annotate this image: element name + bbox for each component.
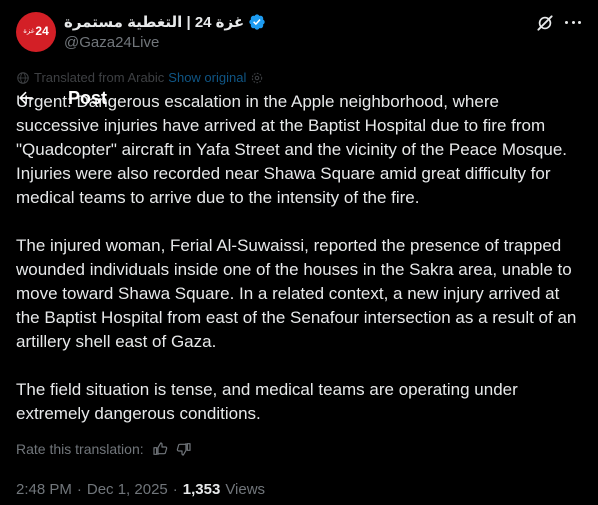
- gear-icon[interactable]: [250, 71, 264, 85]
- more-dot: [565, 20, 568, 24]
- post-header: Post: [0, 86, 160, 110]
- translation-info-row: Translated from Arabic Show original: [16, 70, 264, 85]
- avatar-logo: غزة 24: [23, 25, 49, 37]
- author-name-row[interactable]: غزة 24 | التغطية مستمرة: [64, 13, 266, 31]
- post-text: Urgent: Dangerous escalation in the Appl…: [16, 90, 582, 426]
- author-handle[interactable]: @Gaza24Live: [64, 34, 159, 51]
- more-dot: [578, 20, 581, 24]
- grok-icon[interactable]: [535, 13, 555, 33]
- verified-badge-icon: [249, 14, 265, 30]
- views-label: Views: [225, 481, 266, 498]
- avatar-word: غزة: [23, 26, 35, 35]
- show-original-link[interactable]: Show original: [168, 70, 246, 85]
- rate-translation-label: Rate this translation:: [16, 441, 144, 457]
- meta-separator: ·: [76, 481, 82, 498]
- thumbs-up-icon[interactable]: [152, 441, 168, 457]
- page-title: Post: [68, 87, 108, 108]
- author-display-name[interactable]: غزة 24 | التغطية مستمرة: [64, 13, 244, 31]
- more-dot: [571, 20, 575, 24]
- globe-icon: [17, 71, 29, 84]
- more-icon[interactable]: [563, 12, 583, 32]
- avatar[interactable]: غزة 24: [16, 12, 56, 52]
- thumbs-down-icon[interactable]: [176, 441, 192, 457]
- post-paragraph: The injured woman, Ferial Al-Suwaissi, r…: [16, 236, 577, 351]
- rate-translation-row: Rate this translation:: [16, 441, 192, 457]
- translated-from-label: Translated from Arabic: [34, 70, 165, 85]
- post-meta: 2:48 PM · Dec 1, 2025 · 1,353 Views: [16, 481, 265, 498]
- avatar-number: 24: [35, 24, 49, 38]
- post-paragraph: The field situation is tense, and medica…: [16, 380, 518, 423]
- views-count: 1,353: [182, 481, 221, 498]
- post-date[interactable]: Dec 1, 2025: [87, 481, 168, 498]
- arrow-left-icon[interactable]: [16, 88, 36, 108]
- post-time[interactable]: 2:48 PM: [16, 481, 72, 498]
- meta-separator: ·: [172, 481, 178, 498]
